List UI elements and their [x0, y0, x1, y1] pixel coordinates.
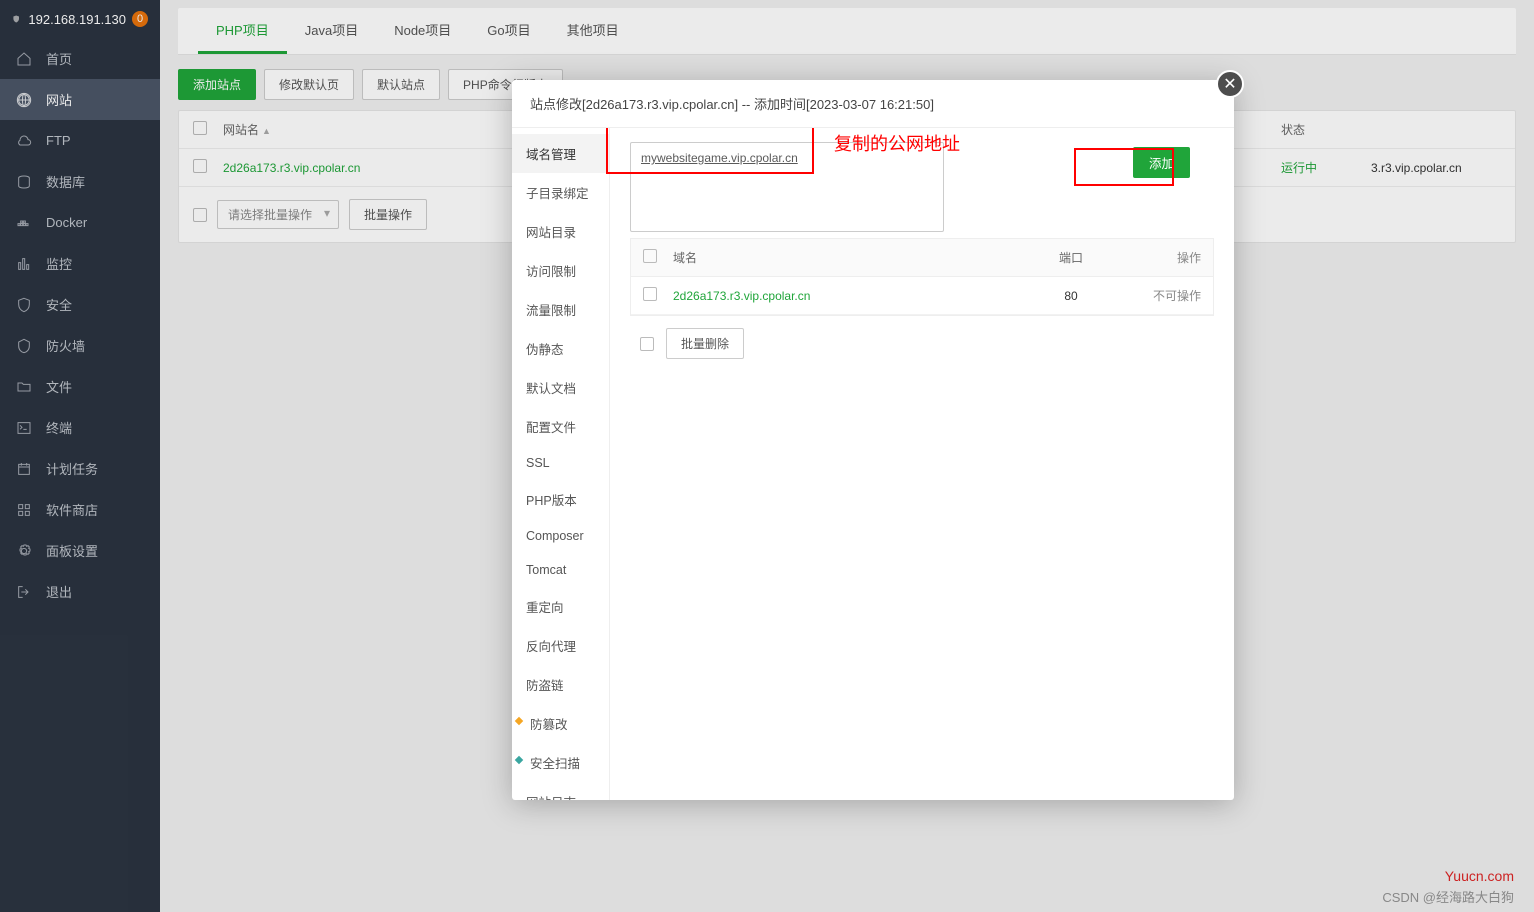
domain-table: 域名 端口 操作 2d26a173.r3.vip.cpolar.cn 80 不可…	[630, 238, 1214, 316]
domain-entered: mywebsitegame.vip.cpolar.cn	[641, 151, 798, 165]
modal-nav-8[interactable]: SSL	[512, 446, 609, 480]
modal-nav-10[interactable]: Composer	[512, 519, 609, 553]
domain-row-name[interactable]: 2d26a173.r3.vip.cpolar.cn	[673, 289, 1031, 303]
domain-row-port: 80	[1031, 289, 1111, 303]
modal-nav-16[interactable]: 安全扫描	[512, 743, 609, 782]
modal-nav-5[interactable]: 伪静态	[512, 329, 609, 368]
modal-nav-11[interactable]: Tomcat	[512, 553, 609, 587]
dom-col-action: 操作	[1111, 249, 1201, 266]
modal-nav-2[interactable]: 网站目录	[512, 212, 609, 251]
modal-nav-7[interactable]: 配置文件	[512, 407, 609, 446]
diamond-icon	[514, 755, 524, 765]
batch-delete-button[interactable]: 批量删除	[666, 328, 744, 359]
dom-batch-check[interactable]	[640, 337, 654, 351]
modal-nav-9[interactable]: PHP版本	[512, 480, 609, 519]
modal-nav-13[interactable]: 反向代理	[512, 626, 609, 665]
modal-nav-6[interactable]: 默认文档	[512, 368, 609, 407]
modal-nav-17[interactable]: 网站日志	[512, 782, 609, 800]
site-edit-modal: ✕ 站点修改[2d26a173.r3.vip.cpolar.cn] -- 添加时…	[512, 80, 1234, 800]
dom-col-port: 端口	[1031, 249, 1111, 266]
modal-nav-3[interactable]: 访问限制	[512, 251, 609, 290]
annotation-text: 复制的公网地址	[834, 130, 960, 156]
modal-nav-12[interactable]: 重定向	[512, 587, 609, 626]
modal-nav-4[interactable]: 流量限制	[512, 290, 609, 329]
close-icon[interactable]: ✕	[1216, 70, 1244, 98]
modal-nav-14[interactable]: 防盗链	[512, 665, 609, 704]
watermark-site: Yuucn.com	[1445, 868, 1514, 884]
modal-content: mywebsitegame.vip.cpolar.cn 添加 复制的公网地址 域…	[610, 128, 1234, 800]
modal-nav-1[interactable]: 子目录绑定	[512, 173, 609, 212]
domain-row-action: 不可操作	[1111, 287, 1201, 304]
modal-nav-0[interactable]: 域名管理	[512, 134, 609, 173]
add-domain-button[interactable]: 添加	[1133, 147, 1190, 178]
modal-side-nav: 域名管理子目录绑定网站目录访问限制流量限制伪静态默认文档配置文件SSLPHP版本…	[512, 128, 610, 800]
dom-col-domain: 域名	[673, 249, 1031, 266]
diamond-icon	[514, 716, 524, 726]
modal-title: 站点修改[2d26a173.r3.vip.cpolar.cn] -- 添加时间[…	[512, 80, 1234, 128]
dom-check-all[interactable]	[643, 249, 657, 263]
watermark-author: CSDN @经海路大白狗	[1382, 887, 1514, 906]
domain-row: 2d26a173.r3.vip.cpolar.cn 80 不可操作	[631, 277, 1213, 315]
modal-nav-15[interactable]: 防篡改	[512, 704, 609, 743]
dom-row-check[interactable]	[643, 287, 657, 301]
